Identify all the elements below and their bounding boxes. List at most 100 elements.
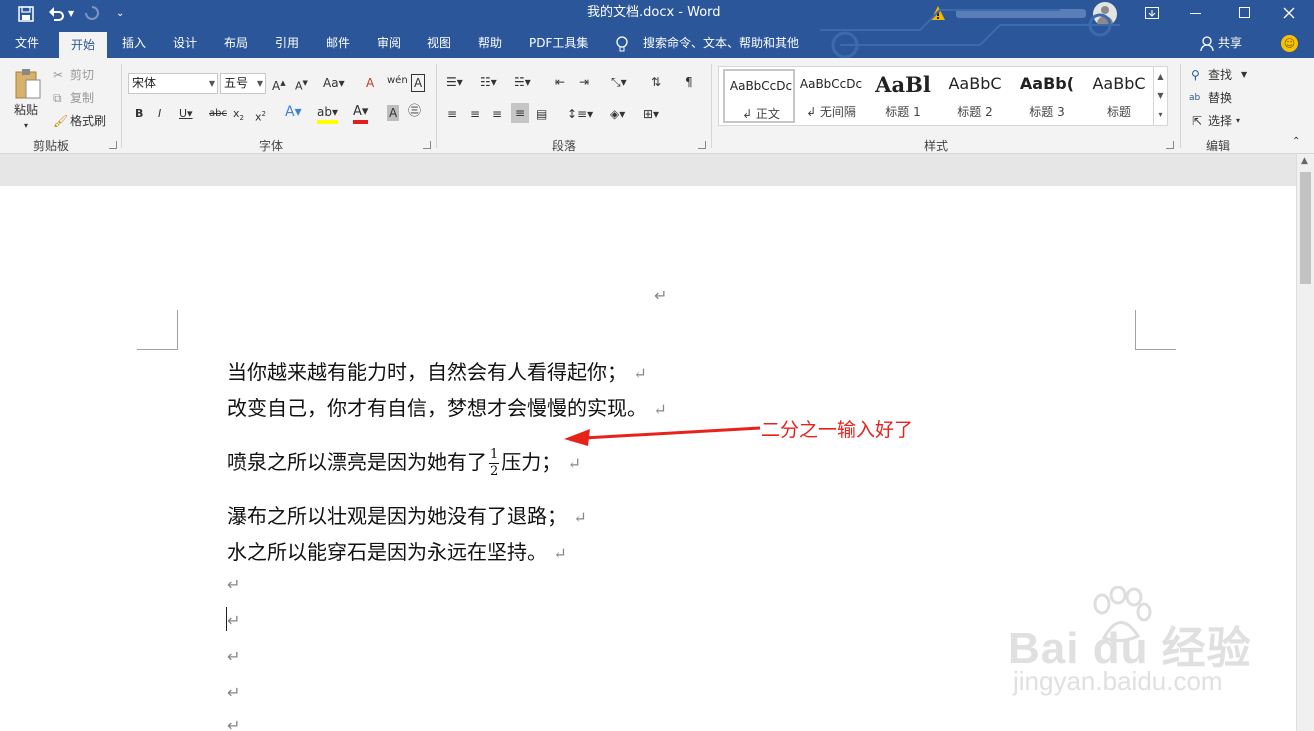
superscript-icon[interactable]: x2 (255, 106, 266, 126)
strikethrough-icon[interactable]: abc (209, 106, 227, 122)
phonetic-guide-icon[interactable]: wén (387, 73, 408, 89)
paste-dropdown-icon[interactable]: ▾ (24, 118, 28, 134)
copy-icon[interactable]: ⧉ (53, 90, 62, 106)
cut-scissors-icon[interactable]: ✂ (53, 67, 63, 83)
paste-button[interactable]: 粘贴 (14, 102, 38, 118)
paste-icon[interactable] (14, 68, 42, 100)
font-launcher-icon[interactable] (423, 141, 431, 149)
bold-icon[interactable]: B (135, 106, 143, 122)
tab-design[interactable]: 设计 (173, 35, 197, 51)
paragraph-mark: ↵ (227, 716, 241, 731)
clear-formatting-icon[interactable]: A (366, 75, 374, 91)
styles-gallery: AaBbCcDc ↲ 正文 AaBbCcDc ↲ 无间隔 AaBl 标题 1 A… (718, 66, 1168, 126)
find-button[interactable]: 查找 (1208, 67, 1232, 83)
customize-qat-icon[interactable]: ⌄ (116, 6, 124, 22)
cut-button[interactable]: 剪切 (70, 67, 94, 83)
italic-icon[interactable]: I (158, 106, 161, 122)
align-center-icon[interactable]: ≡ (470, 106, 480, 122)
font-name-combo[interactable]: 宋体 ▼ (128, 73, 218, 94)
share-person-icon[interactable] (1200, 36, 1214, 52)
show-marks-icon[interactable]: ¶ (685, 74, 693, 90)
style-heading-3[interactable]: AaBb( 标题 3 (1011, 69, 1083, 123)
scroll-up-icon[interactable]: ▲ (1301, 156, 1308, 166)
chinese-layout-icon[interactable]: ⤡▾ (611, 74, 627, 90)
maximize-button[interactable] (1239, 7, 1250, 18)
style-title[interactable]: AaBbC 标题 (1083, 69, 1155, 123)
tab-layout[interactable]: 布局 (224, 35, 248, 51)
replace-icon[interactable]: ab (1189, 90, 1200, 106)
enclose-characters-icon[interactable]: ㊂ (408, 104, 421, 120)
underline-icon[interactable]: U▾ (179, 106, 193, 122)
bullets-icon[interactable]: ☰▾ (446, 74, 463, 90)
copy-button[interactable]: 复制 (70, 90, 94, 106)
shrink-font-icon[interactable]: A▼ (295, 75, 308, 95)
font-name-dropdown-icon[interactable]: ▼ (209, 74, 215, 93)
undo-dropdown-icon[interactable]: ▼ (68, 6, 74, 22)
tab-file[interactable]: 文件 (15, 35, 39, 51)
multilevel-list-icon[interactable]: ☵▾ (514, 74, 531, 90)
character-border-icon[interactable]: A (411, 74, 426, 92)
tab-pdf-tools[interactable]: PDF工具集 (529, 35, 588, 51)
justify-icon[interactable]: ≡ (511, 103, 530, 123)
font-size-combo[interactable]: 五号 ▼ (220, 73, 266, 94)
word-window: ▼ ⌄ 我的文档.docx - Word 文件 插入 设计 布局 引用 邮件 审… (0, 0, 1314, 731)
tab-view[interactable]: 视图 (427, 35, 451, 51)
line-spacing-icon[interactable]: ↕≡▾ (567, 106, 593, 122)
line-text: 喷泉之所以漂亮是因为她有了 (227, 450, 487, 474)
tab-home[interactable]: 开始 (59, 32, 107, 58)
tab-insert[interactable]: 插入 (122, 35, 146, 51)
style-heading-1[interactable]: AaBl 标题 1 (867, 69, 939, 123)
smiley-icon[interactable]: ☺ (1281, 35, 1298, 52)
style-heading-2[interactable]: AaBbC 标题 2 (939, 69, 1011, 123)
align-right-icon[interactable]: ≡ (492, 106, 502, 122)
tab-help[interactable]: 帮助 (478, 35, 502, 51)
styles-launcher-icon[interactable] (1166, 141, 1174, 149)
style-no-spacing[interactable]: AaBbCcDc ↲ 无间隔 (795, 69, 867, 123)
styles-scroll[interactable]: ▲ ▼ ▾ (1153, 67, 1167, 125)
font-group-label: 字体 (259, 139, 284, 153)
paragraph-launcher-icon[interactable] (698, 141, 706, 149)
increase-indent-icon[interactable]: ⇥ (579, 74, 589, 90)
select-dropdown-icon[interactable]: ▾ (1236, 113, 1240, 129)
editing-group-label: 编辑 (1206, 139, 1231, 153)
style-sample: AaBbCcDc (729, 79, 793, 93)
numbering-icon[interactable]: ☷▾ (480, 74, 497, 90)
shading-icon[interactable]: ◈▾ (610, 106, 625, 122)
character-shading-icon[interactable]: A (387, 105, 400, 121)
tab-references[interactable]: 引用 (275, 35, 299, 51)
tell-me-search[interactable]: 搜索命令、文本、帮助和其他 (643, 35, 799, 51)
tab-mailings[interactable]: 邮件 (326, 35, 350, 51)
decrease-indent-icon[interactable]: ⇤ (555, 74, 565, 90)
save-icon[interactable] (18, 6, 34, 22)
find-dropdown-icon[interactable]: ▼ (1241, 67, 1247, 83)
change-case-icon[interactable]: Aa▾ (323, 75, 345, 91)
highlight-icon[interactable]: ab▾ (317, 104, 338, 124)
font-size-dropdown-icon[interactable]: ▼ (257, 74, 263, 93)
font-color-icon[interactable]: A▾ (353, 104, 369, 124)
select-button[interactable]: 选择 (1208, 113, 1232, 129)
format-painter-button[interactable]: 格式刷 (70, 113, 106, 129)
document-page[interactable]: ↵ 当你越来越有能力时，自然会有人看得起你； ↵ 改变自己，你才有自信，梦想才会… (0, 186, 1296, 731)
close-button[interactable] (1283, 7, 1295, 19)
redo-icon[interactable] (84, 5, 100, 21)
find-icon[interactable]: ⚲ (1191, 67, 1200, 83)
replace-button[interactable]: 替换 (1208, 90, 1232, 106)
share-button[interactable]: 共享 (1218, 35, 1242, 51)
distributed-icon[interactable]: ▤ (536, 106, 547, 122)
borders-icon[interactable]: ⊞▾ (643, 106, 659, 122)
grow-font-icon[interactable]: A▲ (272, 75, 286, 94)
select-cursor-icon[interactable]: ⇱ (1192, 113, 1202, 129)
align-left-icon[interactable]: ≡ (447, 106, 457, 122)
subscript-icon[interactable]: x2 (233, 106, 244, 126)
style-normal[interactable]: AaBbCcDc ↲ 正文 (723, 69, 795, 123)
collapse-ribbon-icon[interactable]: ⌃ (1292, 134, 1300, 150)
scroll-thumb[interactable] (1300, 172, 1311, 284)
tab-review[interactable]: 审阅 (377, 35, 401, 51)
vertical-scrollbar[interactable]: ▲ (1296, 154, 1314, 731)
clipboard-launcher-icon[interactable] (109, 141, 117, 149)
sort-icon[interactable]: ⇅ (651, 74, 661, 90)
text-effects-icon[interactable]: A▾ (285, 104, 302, 120)
undo-icon[interactable] (48, 5, 66, 21)
text-line-2: 改变自己，你才有自信，梦想才会慢慢的实现。 ↵ (227, 392, 667, 421)
format-painter-icon[interactable]: 🖌 (53, 113, 68, 129)
